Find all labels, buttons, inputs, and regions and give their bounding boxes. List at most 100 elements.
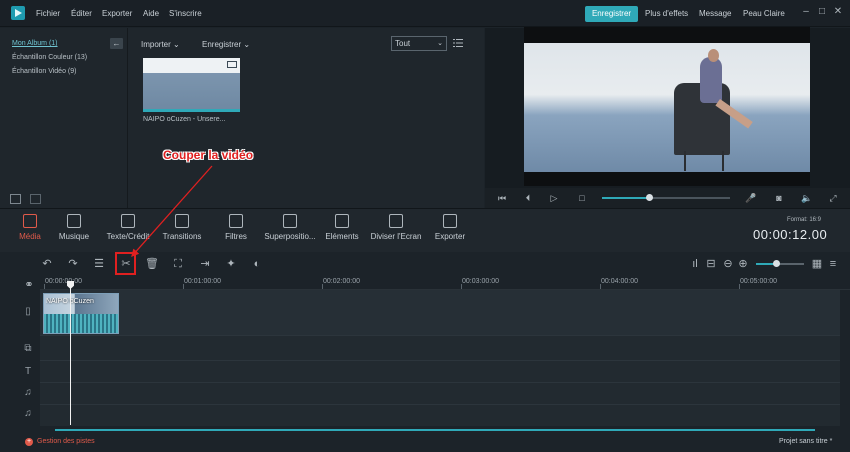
video-track[interactable] <box>40 290 840 335</box>
app-logo-icon <box>11 6 25 20</box>
ruler-tick <box>44 284 45 289</box>
undo-icon[interactable]: ↶ <box>40 257 54 271</box>
filter-select[interactable]: Tout ⌄ <box>391 36 447 51</box>
import-dropdown[interactable]: Importer ⌄ <box>141 40 180 49</box>
overlay-track-icon: ⧉ <box>24 343 32 354</box>
volume-icon[interactable]: 🔈 <box>801 192 813 204</box>
video-track-icon: ▯ <box>25 306 31 317</box>
record-dropdown[interactable]: Enregistrer ⌄ <box>202 40 250 49</box>
format-label: Format: 16:9 <box>787 217 822 223</box>
track-divider <box>40 404 840 405</box>
ruler-label: 00:02:00:00 <box>323 278 360 285</box>
timeline-ruler[interactable] <box>40 276 850 290</box>
export-icon <box>443 214 457 228</box>
minimize-icon[interactable]: – <box>801 7 811 17</box>
filters-icon <box>229 214 243 228</box>
audio-mixer-icon[interactable]: ıl <box>688 257 702 271</box>
ruler-tick <box>600 284 601 289</box>
register-button[interactable]: Enregistrer <box>585 6 638 22</box>
menu-sinscrire[interactable]: S'inscrire <box>169 9 202 18</box>
maximize-icon[interactable]: □ <box>817 7 827 17</box>
project-name: Projet sans titre * <box>779 438 833 445</box>
timeline-scrollbar[interactable] <box>55 429 815 431</box>
media-thumbnail[interactable] <box>143 58 240 112</box>
redo-icon[interactable]: ↷ <box>66 257 80 271</box>
playback-progress <box>602 197 650 199</box>
more-effects-link[interactable]: Plus d'effets <box>645 9 688 18</box>
track-management-link[interactable]: Gestion des pistes <box>37 438 95 445</box>
close-icon[interactable]: ✕ <box>833 7 843 17</box>
playback-handle[interactable] <box>646 194 653 201</box>
fullscreen-icon[interactable]: ⤢ <box>827 192 839 204</box>
ruler-tick <box>183 284 184 289</box>
elements-icon <box>335 214 349 228</box>
ruler-label: 00:05:00:00 <box>740 278 777 285</box>
play-icon[interactable]: ▷ <box>548 192 560 204</box>
music-icon <box>67 214 81 228</box>
detach-audio-icon[interactable]: ⇥ <box>198 257 212 271</box>
annotation-label: Couper la vidéo <box>163 148 254 162</box>
overlay-icon <box>283 214 297 228</box>
folder-icon <box>23 214 37 228</box>
list-view-icon[interactable] <box>453 38 463 48</box>
track-divider <box>40 360 840 361</box>
snap-icon[interactable]: ⚭ <box>22 278 36 292</box>
cut-highlight-box <box>115 252 136 275</box>
chevron-down-icon: ⌄ <box>437 40 443 47</box>
zoom-handle[interactable] <box>773 260 780 267</box>
message-link[interactable]: Message <box>699 9 731 18</box>
menu-aide[interactable]: Aide <box>143 9 159 18</box>
stop-icon[interactable]: □ <box>576 192 588 204</box>
clip-label: NAIPO oCuzen <box>46 298 94 305</box>
timecode-display: 00:00:12.00 <box>753 227 828 242</box>
grid-view-icon[interactable]: ▦ <box>810 257 824 271</box>
playhead[interactable] <box>70 283 71 425</box>
delete-folder-icon[interactable] <box>30 194 41 204</box>
fit-icon[interactable]: ⊟ <box>704 257 718 271</box>
snapshot-icon[interactable]: ◙ <box>773 192 785 204</box>
sidebar-item-my-album[interactable]: Mon Album (1) <box>12 40 58 47</box>
ruler-label: 00:00:00:00 <box>45 278 82 285</box>
step-back-icon[interactable]: ⏴ <box>522 192 534 204</box>
menu-editer[interactable]: Éditer <box>71 9 92 18</box>
menu-fichier[interactable]: Fichier <box>36 9 60 18</box>
zoom-out-icon[interactable]: ⊖ <box>721 257 735 271</box>
ruler-tick <box>739 284 740 289</box>
menu-exporter[interactable]: Exporter <box>102 9 132 18</box>
magic-icon[interactable]: ✦ <box>224 257 238 271</box>
ruler-tick <box>461 284 462 289</box>
ruler-label: 00:04:00:00 <box>601 278 638 285</box>
music-track-icon: ♫ <box>24 408 32 419</box>
divider <box>127 28 128 208</box>
text-track-icon: T <box>24 366 32 377</box>
skip-back-icon[interactable]: ⏮ <box>496 192 508 204</box>
audio-waveform <box>44 314 118 333</box>
track-divider <box>40 382 840 383</box>
ruler-label: 00:03:00:00 <box>462 278 499 285</box>
sidebar-item-color-samples[interactable]: Échantillon Couleur (13) <box>12 54 87 61</box>
footer-bar <box>0 432 850 452</box>
add-folder-icon[interactable] <box>10 194 21 204</box>
preview-video-image <box>524 43 810 172</box>
ruler-label: 00:01:00:00 <box>184 278 221 285</box>
media-label: NAIPO oCuzen - Unsere... <box>143 116 226 123</box>
ruler-tick <box>322 284 323 289</box>
collapse-sidebar-icon[interactable]: ← <box>110 38 123 49</box>
split-screen-icon <box>389 214 403 228</box>
color-palette-icon[interactable]: ◐ <box>250 257 264 271</box>
zoom-in-icon[interactable]: ⊕ <box>736 257 750 271</box>
add-track-icon[interactable]: + <box>25 438 33 446</box>
list-menu-icon[interactable]: ≡ <box>826 257 840 271</box>
text-icon <box>121 214 135 228</box>
microphone-icon[interactable]: 🎤 <box>745 192 757 204</box>
tab-export[interactable]: Exporter <box>418 214 482 241</box>
video-type-icon <box>227 61 237 68</box>
adjust-icon[interactable]: ☰ <box>92 257 106 271</box>
sidebar-item-video-samples[interactable]: Échantillon Vidéo (9) <box>12 68 76 75</box>
transitions-icon <box>175 214 189 228</box>
user-link[interactable]: Peau Claire <box>743 9 785 18</box>
delete-icon[interactable]: 🗑 <box>145 257 159 271</box>
crop-icon[interactable]: ⛶ <box>171 257 185 271</box>
music-track-icon: ♫ <box>24 387 32 398</box>
track-divider <box>40 335 840 336</box>
